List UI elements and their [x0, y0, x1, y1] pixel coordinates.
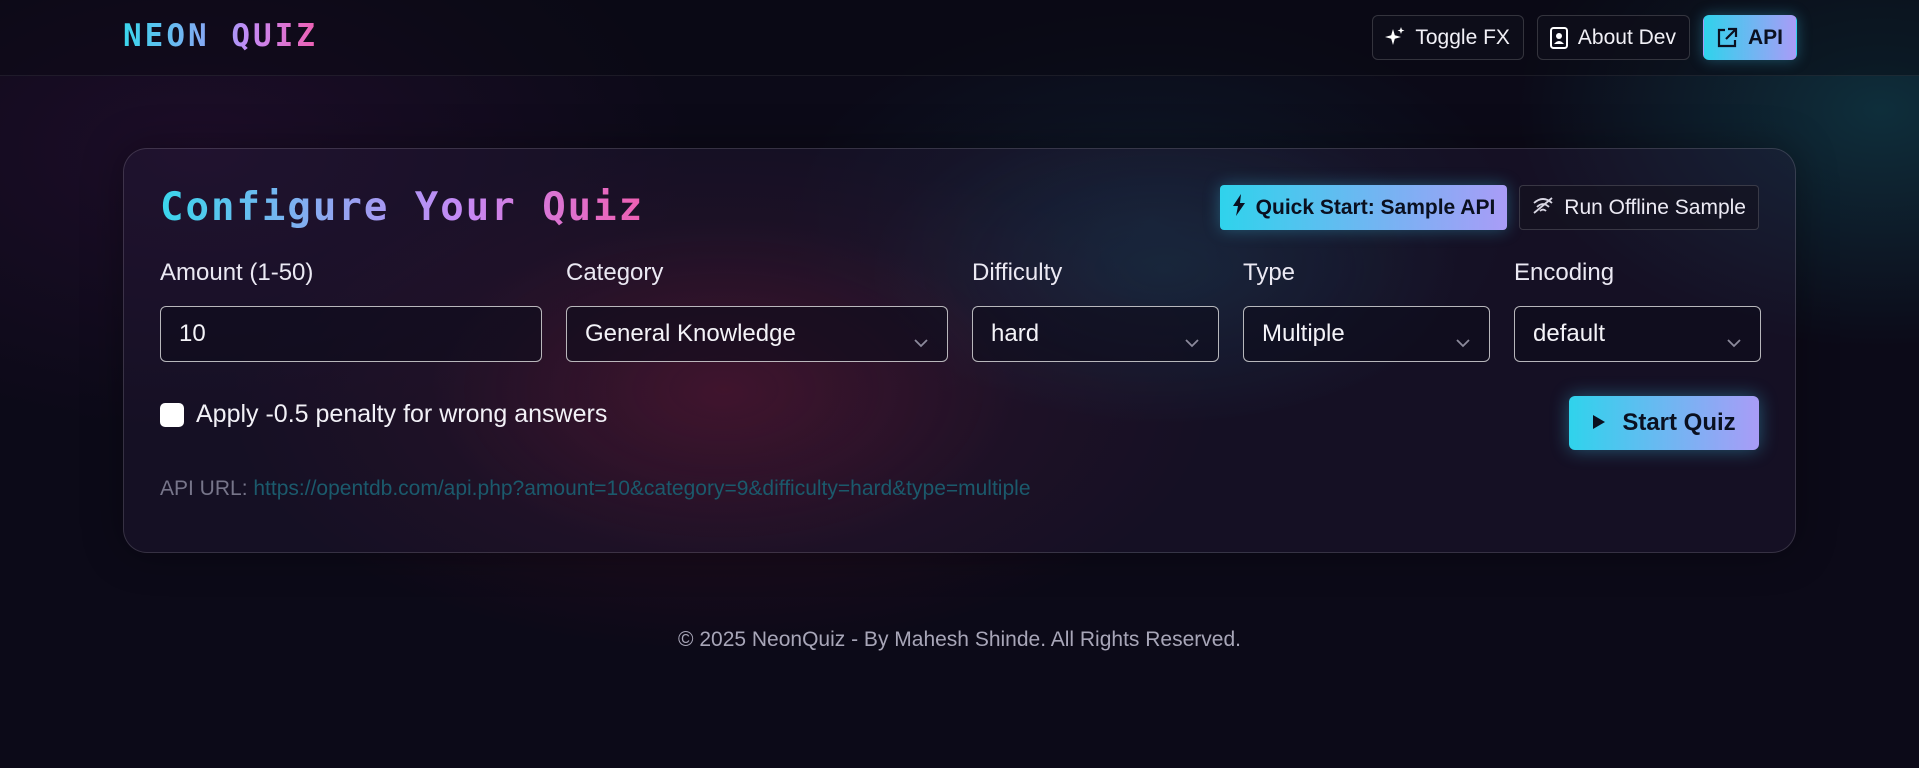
chevron-down-icon	[913, 327, 929, 355]
encoding-select[interactable]: default	[1514, 306, 1761, 362]
config-title: Configure Your Quiz	[160, 185, 645, 230]
toggle-fx-label: Toggle FX	[1415, 25, 1510, 49]
encoding-value: default	[1533, 320, 1606, 347]
api-label: API	[1747, 25, 1783, 49]
footer-text: © 2025 NeonQuiz - By Mahesh Shinde. All …	[678, 628, 1241, 651]
category-value: General Knowledge	[585, 320, 796, 347]
amount-input[interactable]: 10	[160, 306, 542, 362]
top-bar: NEON QUIZ Toggle FX About Dev API	[0, 0, 1919, 76]
run-offline-button[interactable]: Run Offline Sample	[1519, 185, 1759, 230]
about-dev-label: About Dev	[1577, 25, 1676, 49]
api-url-link[interactable]: https://opentdb.com/api.php?amount=10&ca…	[253, 477, 1030, 500]
type-field-group: Type Multiple	[1243, 259, 1490, 362]
difficulty-select[interactable]: hard	[972, 306, 1219, 362]
start-quiz-label: Start Quiz	[1622, 409, 1736, 436]
difficulty-value: hard	[991, 320, 1040, 347]
encoding-label: Encoding	[1514, 259, 1615, 286]
amount-value: 10	[179, 320, 206, 347]
amount-field-group: Amount (1-50) 10	[160, 259, 542, 362]
api-url-label: API URL:	[160, 477, 248, 500]
external-link-icon	[1716, 27, 1738, 49]
about-dev-button[interactable]: About Dev	[1536, 15, 1690, 60]
quiz-config-card: Configure Your Quiz Quick Start: Sample …	[123, 148, 1796, 553]
type-label: Type	[1243, 259, 1296, 286]
penalty-option: Apply -0.5 penalty for wrong answers	[160, 400, 607, 429]
run-offline-label: Run Offline Sample	[1564, 195, 1746, 219]
play-icon	[1592, 409, 1606, 437]
penalty-label[interactable]: Apply -0.5 penalty for wrong answers	[196, 400, 607, 429]
category-label: Category	[566, 259, 664, 286]
difficulty-label: Difficulty	[972, 259, 1063, 286]
amount-label: Amount (1-50)	[160, 259, 314, 286]
category-field-group: Category General Knowledge	[566, 259, 948, 362]
quick-start-button[interactable]: Quick Start: Sample API	[1219, 185, 1508, 230]
quick-start-label: Quick Start: Sample API	[1255, 195, 1496, 219]
chevron-down-icon	[1726, 327, 1742, 355]
encoding-field-group: Encoding default	[1514, 259, 1761, 362]
lightning-icon	[1232, 193, 1246, 222]
chevron-down-icon	[1455, 327, 1471, 355]
id-badge-icon	[1549, 26, 1568, 49]
type-value: Multiple	[1262, 320, 1345, 347]
sparkles-icon	[1385, 26, 1405, 49]
top-nav: Toggle FX About Dev API	[1372, 15, 1797, 60]
wifi-off-icon	[1532, 195, 1554, 221]
start-quiz-button[interactable]: Start Quiz	[1569, 396, 1759, 450]
chevron-down-icon	[1184, 327, 1200, 355]
brand-logo[interactable]: NEON QUIZ	[123, 18, 318, 54]
difficulty-field-group: Difficulty hard	[972, 259, 1219, 362]
api-url-row: API URL: https://opentdb.com/api.php?amo…	[160, 477, 1031, 501]
category-select[interactable]: General Knowledge	[566, 306, 948, 362]
quick-actions: Quick Start: Sample API Run Offline Samp…	[1219, 185, 1759, 230]
toggle-fx-button[interactable]: Toggle FX	[1372, 15, 1524, 60]
api-button[interactable]: API	[1702, 15, 1797, 60]
penalty-checkbox[interactable]	[160, 402, 184, 427]
type-select[interactable]: Multiple	[1243, 306, 1490, 362]
